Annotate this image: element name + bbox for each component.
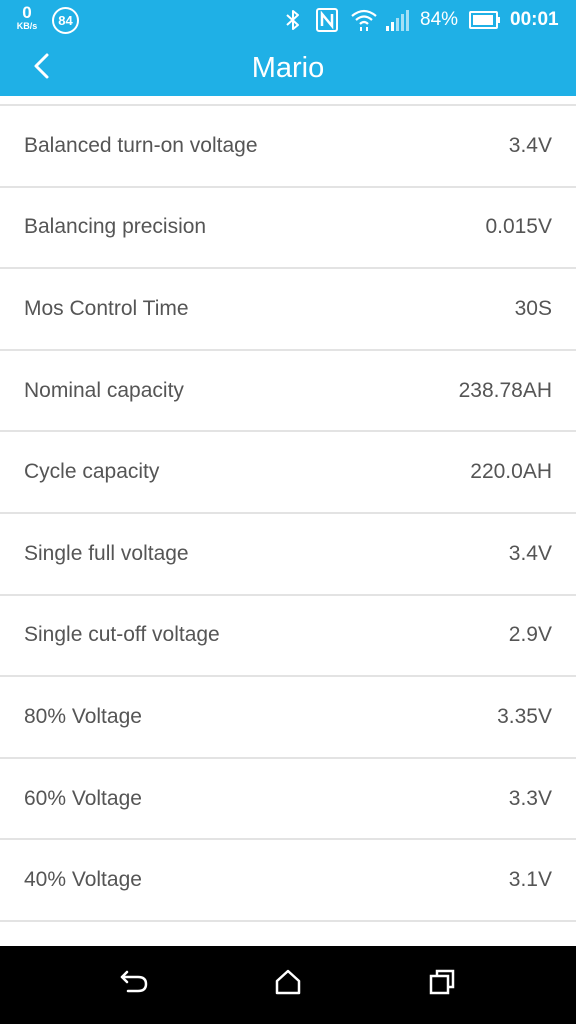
- setting-value: 3.35V: [497, 704, 552, 728]
- setting-row[interactable]: Nominal capacity 238.78AH: [0, 351, 576, 433]
- back-icon: [119, 968, 149, 1001]
- setting-label: Single cut-off voltage: [24, 623, 220, 647]
- net-speed-unit: KB/s: [16, 21, 38, 31]
- nav-home-button[interactable]: [268, 966, 308, 1002]
- setting-value: 3.4V: [508, 133, 552, 157]
- nfc-icon: [316, 8, 338, 37]
- nav-recents-button[interactable]: [422, 966, 462, 1002]
- setting-row[interactable]: 40% Voltage 3.1V: [0, 840, 576, 922]
- setting-label: Balanced turn-on voltage: [24, 133, 258, 157]
- setting-row[interactable]: Balanced turn-on voltage 3.4V: [0, 106, 576, 188]
- setting-value: 3.4V: [508, 541, 552, 565]
- setting-value: 30S: [514, 296, 552, 320]
- nav-back-button[interactable]: [114, 966, 154, 1002]
- home-icon: [274, 968, 302, 1001]
- app-bar: Mario: [0, 40, 576, 96]
- settings-list: Balanced turn-on voltage 3.4V Balancing …: [0, 106, 576, 922]
- setting-value: 0.015V: [485, 215, 552, 239]
- setting-label: 80% Voltage: [24, 704, 142, 728]
- setting-label: Balancing precision: [24, 215, 207, 239]
- setting-value: 3.1V: [508, 868, 552, 892]
- setting-row[interactable]: Cycle capacity 220.0AH: [0, 432, 576, 514]
- navigation-bar: [0, 946, 576, 1024]
- setting-value: 3.3V: [508, 786, 552, 810]
- setting-row[interactable]: 80% Voltage 3.35V: [0, 677, 576, 759]
- setting-value: 238.78AH: [458, 378, 552, 402]
- recents-icon: [428, 968, 456, 1001]
- net-speed-value: 0: [22, 3, 32, 22]
- status-bar: 0 KB/s 84 84% 00:01: [0, 0, 576, 40]
- battery-percent: 84%: [420, 9, 459, 30]
- setting-value: 220.0AH: [470, 460, 552, 484]
- settings-list-container[interactable]: Balanced turn-on voltage 3.4V Balancing …: [0, 96, 576, 946]
- setting-label: Cycle capacity: [24, 460, 160, 484]
- bluetooth-icon: [284, 8, 302, 37]
- setting-row[interactable]: 60% Voltage 3.3V: [0, 759, 576, 841]
- signal-icon: [385, 8, 411, 37]
- setting-row[interactable]: Balancing precision 0.015V: [0, 188, 576, 270]
- setting-row[interactable]: Single cut-off voltage 2.9V: [0, 596, 576, 678]
- page-title: Mario: [251, 52, 325, 84]
- setting-value: 2.9V: [508, 623, 552, 647]
- setting-label: Mos Control Time: [24, 296, 189, 320]
- wifi-icon: [350, 8, 378, 37]
- net-speed-indicator: 0 KB/s: [10, 4, 44, 31]
- setting-label: 40% Voltage: [24, 868, 142, 892]
- clock: 00:01: [510, 9, 559, 30]
- setting-label: 60% Voltage: [24, 786, 142, 810]
- setting-label: Nominal capacity: [24, 378, 184, 402]
- setting-label: Single full voltage: [24, 541, 189, 565]
- setting-row[interactable]: Mos Control Time 30S: [0, 269, 576, 351]
- notification-count-badge: 84: [52, 7, 79, 34]
- setting-row[interactable]: Single full voltage 3.4V: [0, 514, 576, 596]
- battery-icon: [469, 11, 501, 34]
